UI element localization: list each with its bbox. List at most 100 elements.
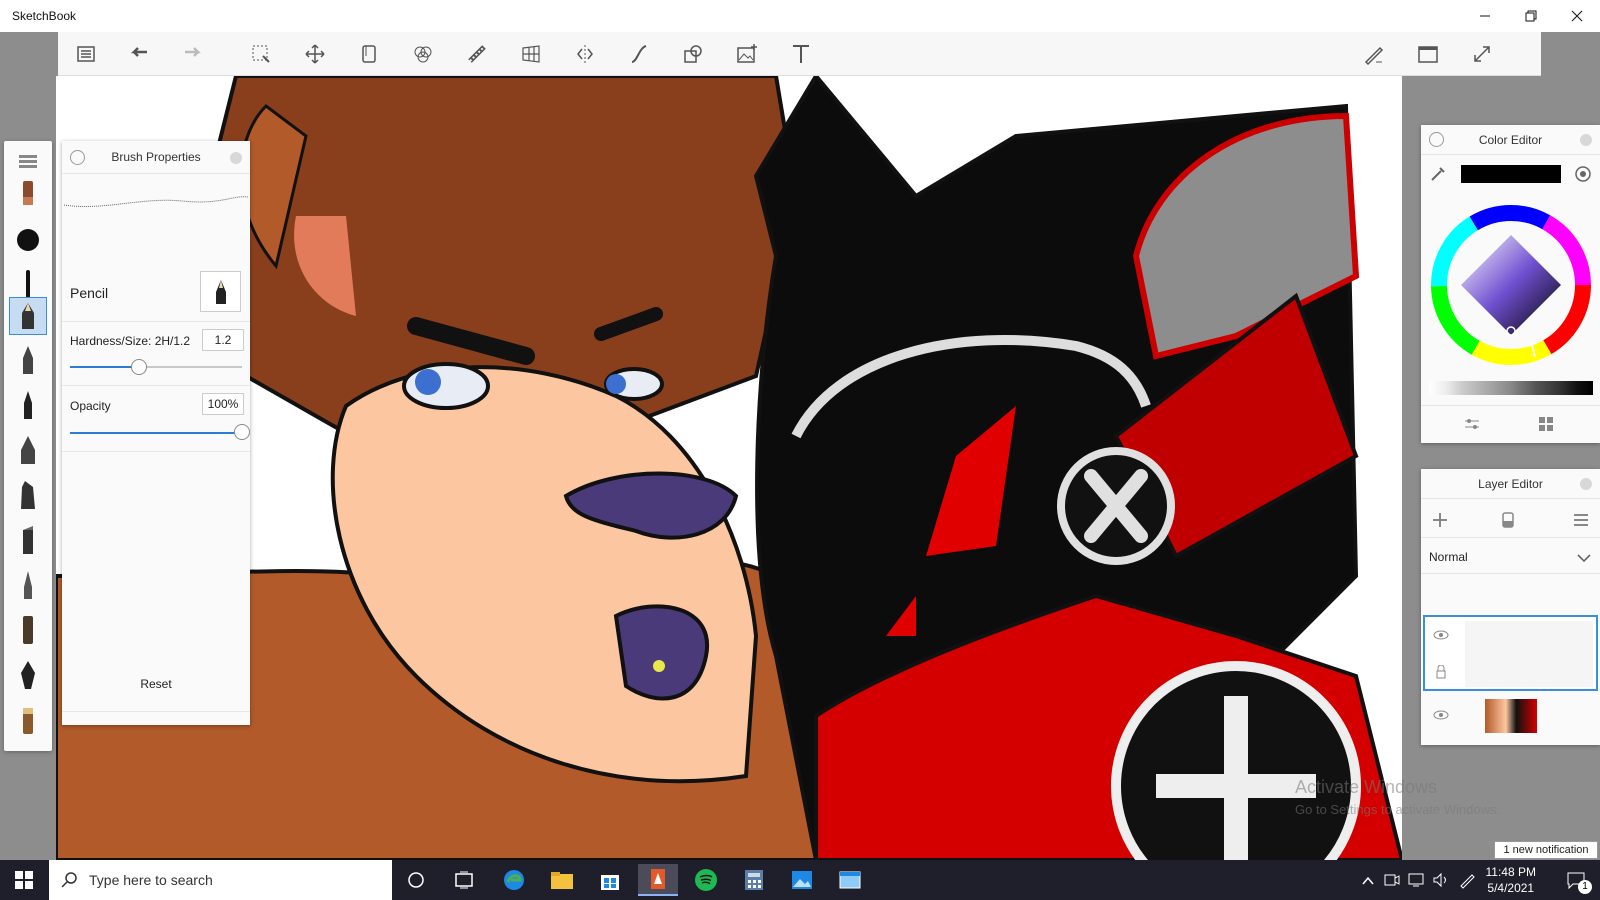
layer-editor-panel: Layer Editor Normal	[1421, 469, 1600, 745]
redo-icon[interactable]	[178, 39, 208, 69]
image-import-icon[interactable]	[732, 39, 762, 69]
eye-icon[interactable]	[1433, 629, 1449, 641]
edge-icon[interactable]	[494, 864, 534, 896]
watermark-line2: Go to Settings to activate Windows.	[1295, 802, 1501, 817]
clock-date: 5/4/2021	[1487, 881, 1535, 895]
start-button[interactable]	[4, 864, 44, 896]
taskbar-search-box[interactable]: Type here to search	[49, 860, 392, 900]
shape-icon[interactable]	[678, 39, 708, 69]
eyedropper-icon[interactable]	[1429, 165, 1447, 183]
brush-nib-icon[interactable]	[9, 656, 47, 694]
brush-name: Pencil	[70, 285, 109, 301]
panel-close-icon[interactable]	[230, 152, 242, 164]
perspective-icon[interactable]	[516, 39, 546, 69]
text-icon[interactable]	[786, 39, 816, 69]
ruler-icon[interactable]	[462, 39, 492, 69]
hardness-slider-knob[interactable]	[130, 359, 147, 375]
app-window-icon[interactable]	[830, 864, 870, 896]
pencil-icon	[215, 279, 226, 304]
file-explorer-icon[interactable]	[542, 864, 582, 896]
blend-mode-value[interactable]: Normal	[1429, 550, 1468, 564]
clock-time: 11:48 PM	[1485, 865, 1536, 879]
brush-chisel-icon[interactable]	[9, 476, 47, 514]
cortana-icon[interactable]	[396, 864, 436, 896]
lock-icon[interactable]	[1435, 665, 1447, 679]
close-button[interactable]	[1554, 0, 1600, 32]
pin-icon[interactable]	[70, 150, 85, 165]
brush-stroke-preview	[63, 196, 249, 208]
brush-pen-icon[interactable]	[9, 341, 47, 379]
brush-paint-icon[interactable]	[9, 611, 47, 649]
layer-row-selected[interactable]	[1423, 615, 1598, 691]
restore-icon	[1525, 10, 1537, 22]
sketchbook-taskbar-icon[interactable]	[638, 864, 678, 896]
calculator-icon[interactable]	[734, 864, 774, 896]
layer-menu-icon[interactable]	[1572, 511, 1590, 529]
crop-icon[interactable]	[354, 39, 384, 69]
layer-thumbnail-icon[interactable]	[1501, 511, 1515, 529]
close-icon	[1571, 10, 1583, 22]
clock[interactable]: 11:48 PM 5/4/2021	[1486, 864, 1536, 896]
opacity-label: Opacity	[70, 399, 111, 413]
brush-splat-icon[interactable]	[9, 221, 47, 259]
pen-workspace-icon[interactable]	[1458, 871, 1476, 889]
drawing-canvas[interactable]	[56, 76, 1402, 860]
minimize-button[interactable]	[1462, 0, 1508, 32]
color-wheel[interactable]	[1429, 203, 1593, 367]
color-editor-panel: Color Editor	[1421, 125, 1600, 443]
fullscreen-icon[interactable]	[1467, 39, 1497, 69]
color-panel-title: Color Editor	[1478, 132, 1543, 147]
chevron-up-icon[interactable]	[1362, 876, 1374, 886]
color-sliders-icon[interactable]	[1463, 415, 1481, 433]
layer-row[interactable]	[1423, 695, 1598, 737]
brush-pencil-icon[interactable]	[9, 297, 47, 335]
store-icon[interactable]	[590, 864, 630, 896]
window-icon[interactable]	[1413, 39, 1443, 69]
layer-thumbnail	[1465, 621, 1593, 687]
opacity-input[interactable]: 100%	[202, 393, 244, 415]
select-icon[interactable]	[246, 39, 276, 69]
hardness-input[interactable]: 1.2	[202, 329, 244, 351]
brush-edit-icon[interactable]	[1359, 39, 1389, 69]
notification-toast[interactable]: 1 new notification	[1494, 841, 1598, 859]
symmetry-icon[interactable]	[570, 39, 600, 69]
title-bar: SketchBook	[0, 0, 1600, 32]
color-mix-icon[interactable]	[408, 39, 438, 69]
brush-wax-icon[interactable]	[9, 701, 47, 739]
brush-calligraphy-icon[interactable]	[9, 431, 47, 469]
reset-button[interactable]: Reset	[62, 677, 250, 691]
brush-marker-icon[interactable]	[9, 175, 47, 213]
network-icon[interactable]	[1408, 872, 1426, 888]
color-grid-icon[interactable]	[1537, 415, 1555, 433]
panel-close-icon[interactable]	[1580, 134, 1592, 146]
list-icon[interactable]	[71, 39, 101, 69]
meet-now-icon[interactable]	[1384, 872, 1400, 888]
brush-preview-button[interactable]	[200, 271, 241, 312]
undo-icon[interactable]	[124, 39, 154, 69]
eye-icon[interactable]	[1433, 709, 1449, 721]
brush-felt-icon[interactable]	[9, 521, 47, 559]
panel-close-icon[interactable]	[1580, 478, 1592, 490]
move-icon[interactable]	[300, 39, 330, 69]
chevron-down-icon[interactable]	[1577, 553, 1591, 563]
color-swatch-row[interactable]	[1429, 381, 1593, 395]
brush-airbrush-icon[interactable]	[9, 566, 47, 604]
action-center-button[interactable]: 1	[1556, 864, 1596, 896]
volume-icon[interactable]	[1432, 872, 1450, 888]
photos-icon[interactable]	[782, 864, 822, 896]
windows-logo-icon	[15, 871, 33, 889]
color-palette-icon[interactable]	[1574, 165, 1592, 183]
restore-button[interactable]	[1508, 0, 1554, 32]
brush-panel-header: Brush Properties	[62, 141, 250, 174]
pin-icon[interactable]	[1429, 132, 1444, 147]
current-color-swatch[interactable]	[1461, 165, 1561, 183]
opacity-slider-knob[interactable]	[234, 424, 250, 440]
brush-library-strip	[4, 141, 52, 751]
curve-icon[interactable]	[624, 39, 654, 69]
task-view-icon[interactable]	[444, 864, 484, 896]
spotify-icon[interactable]	[686, 864, 726, 896]
add-layer-icon[interactable]	[1431, 511, 1449, 529]
layer-panel-title: Layer Editor	[1478, 476, 1543, 491]
color-panel-header: Color Editor	[1421, 125, 1600, 155]
brush-fineliner-icon[interactable]	[9, 386, 47, 424]
